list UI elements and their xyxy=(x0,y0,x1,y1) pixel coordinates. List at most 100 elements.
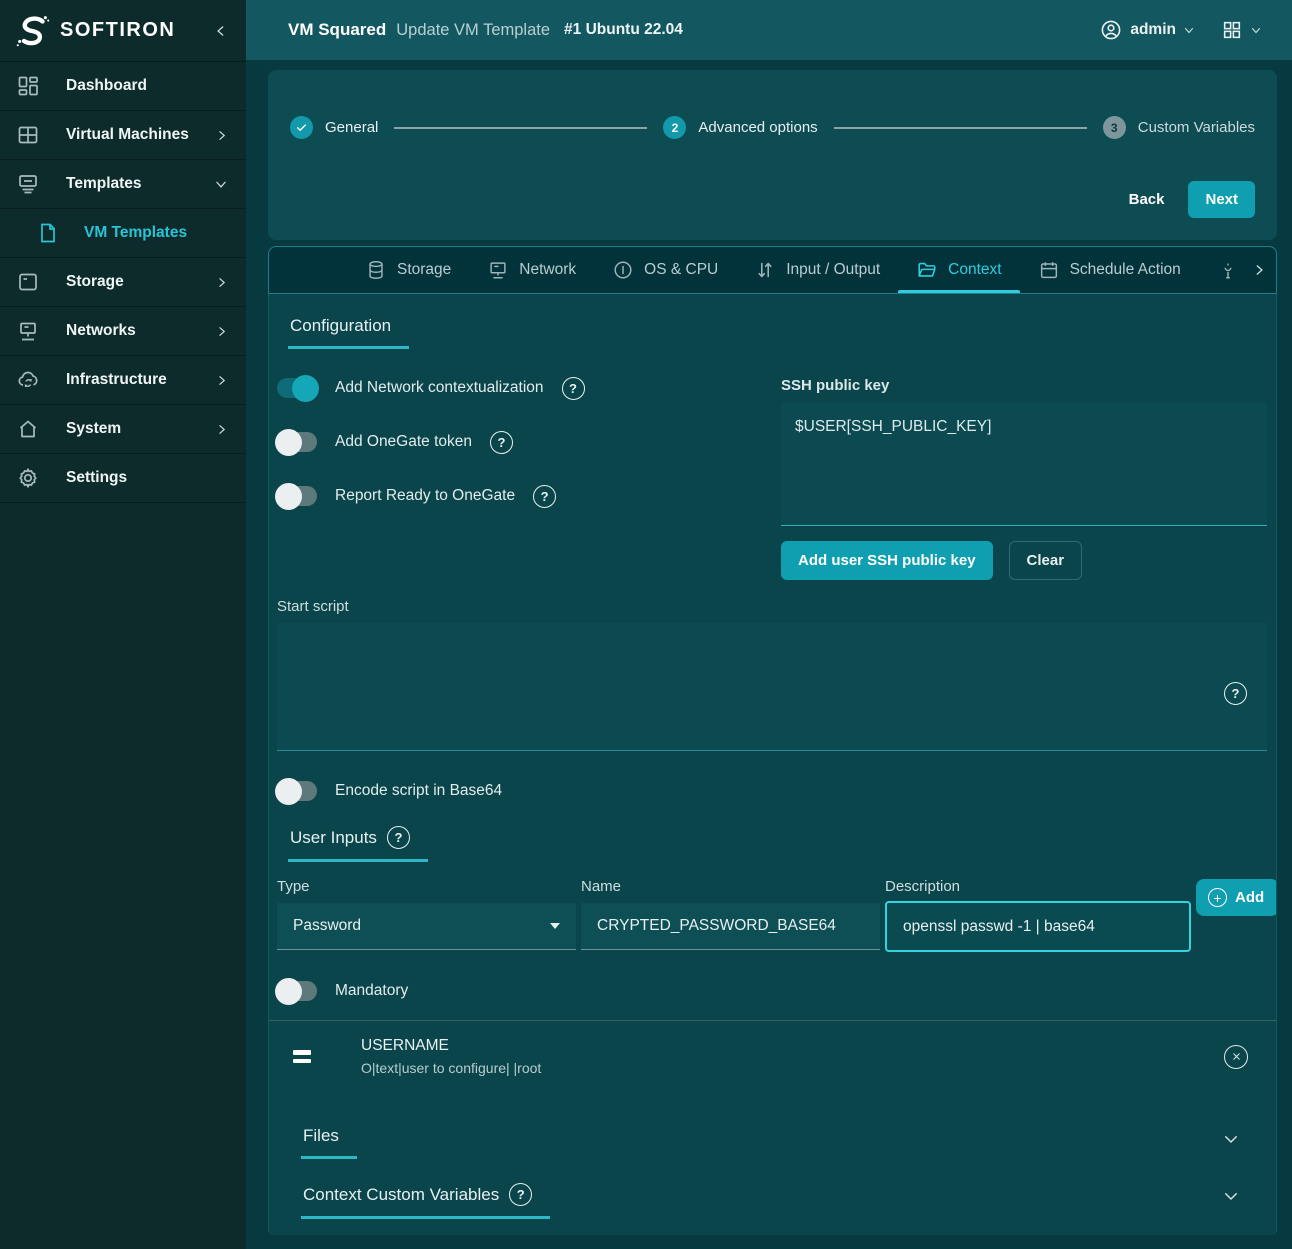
chevron-down-icon xyxy=(214,177,228,191)
sidebar-item-infrastructure[interactable]: Infrastructure xyxy=(0,356,246,405)
chevron-down-icon xyxy=(1183,24,1195,36)
chevron-right-icon xyxy=(215,325,228,338)
chevron-right-icon xyxy=(215,374,228,387)
start-script-textarea[interactable] xyxy=(277,623,1267,751)
user-name: admin xyxy=(1130,21,1176,39)
user-input-name: USERNAME xyxy=(361,1037,1224,1055)
chevron-right-icon xyxy=(215,423,228,436)
name-label: Name xyxy=(581,878,880,895)
drag-handle[interactable] xyxy=(293,1050,311,1063)
description-field: Description xyxy=(885,878,1191,952)
templates-icon xyxy=(16,172,40,196)
start-script-block: Start script ? xyxy=(277,598,1267,756)
help-icon[interactable]: ? xyxy=(387,826,410,849)
sidebar-item-settings[interactable]: Settings xyxy=(0,454,246,503)
type-label: Type xyxy=(277,878,576,895)
ssh-public-key-textarea[interactable]: $USER[SSH_PUBLIC_KEY] xyxy=(781,402,1267,526)
custom-variables-chevron-down-icon[interactable] xyxy=(1222,1187,1240,1205)
step-general[interactable]: General xyxy=(290,116,378,139)
file-icon xyxy=(36,221,60,245)
tab-schedule-action[interactable]: Schedule Action xyxy=(1020,247,1199,293)
context-tabbar: Storage Network OS & CPU xyxy=(268,246,1277,294)
virtual-machines-icon xyxy=(16,123,40,147)
calendar-icon xyxy=(1038,259,1060,281)
help-icon[interactable]: ? xyxy=(533,485,556,508)
wizard-steps: General 2 Advanced options 3 Custom Vari… xyxy=(290,116,1255,139)
chevron-right-icon xyxy=(215,129,228,142)
type-select[interactable]: Password xyxy=(277,903,576,950)
help-icon[interactable]: ? xyxy=(562,377,585,400)
sidebar-item-dashboard[interactable]: Dashboard xyxy=(0,62,246,111)
step-number-badge: 2 xyxy=(663,116,686,139)
step-advanced-options[interactable]: 2 Advanced options xyxy=(663,116,817,139)
step-custom-variables[interactable]: 3 Custom Variables xyxy=(1103,116,1255,139)
page-body: General 2 Advanced options 3 Custom Vari… xyxy=(246,60,1292,1249)
tab-storage[interactable]: Storage xyxy=(347,247,469,293)
description-input[interactable] xyxy=(885,901,1191,952)
sidebar-item-system[interactable]: System xyxy=(0,405,246,454)
ssh-public-key-block: SSH public key $USER[SSH_PUBLIC_KEY] Add… xyxy=(781,375,1267,580)
back-button[interactable]: Back xyxy=(1115,181,1179,218)
report-ready-toggle[interactable] xyxy=(277,486,317,506)
apps-grid-icon xyxy=(1221,19,1243,41)
gear-icon xyxy=(16,466,40,490)
sidebar-item-vm-templates[interactable]: VM Templates xyxy=(0,209,246,258)
tab-input-output[interactable]: Input / Output xyxy=(736,247,898,293)
context-tab-panel: Configuration Add Network contextualizat… xyxy=(268,294,1277,1235)
sidebar-item-templates[interactable]: Templates xyxy=(0,160,246,209)
dashboard-icon xyxy=(16,74,40,98)
user-input-row-username: USERNAME O|text|user to configure| |root xyxy=(269,1021,1276,1096)
networks-icon xyxy=(16,319,40,343)
sidebar-item-networks[interactable]: Networks xyxy=(0,307,246,356)
step-connector xyxy=(394,127,647,129)
user-icon xyxy=(1099,18,1123,42)
help-icon[interactable]: ? xyxy=(1224,682,1247,705)
remove-user-input-icon[interactable] xyxy=(1224,1045,1248,1069)
name-input[interactable] xyxy=(581,903,880,950)
tab-os-cpu[interactable]: OS & CPU xyxy=(594,247,736,293)
context-custom-variables-heading: Context Custom Variables ? xyxy=(301,1183,550,1219)
configuration-heading: Configuration xyxy=(288,316,409,349)
user-input-spec: O|text|user to configure| |root xyxy=(361,1060,1224,1076)
context-custom-variables-section: Context Custom Variables ? xyxy=(269,1183,1276,1219)
mandatory-toggle[interactable] xyxy=(277,981,317,1001)
user-inputs-heading: User Inputs ? xyxy=(288,826,428,862)
toggle-row-network-contextualization: Add Network contextualization ? xyxy=(277,375,781,401)
step-connector xyxy=(834,127,1087,129)
toggle-row-onegate-token: Add OneGate token ? xyxy=(277,429,781,455)
tab-overflow-partial[interactable] xyxy=(1199,247,1239,293)
next-button[interactable]: Next xyxy=(1188,181,1255,218)
system-icon xyxy=(16,417,40,441)
clear-ssh-key-button[interactable]: Clear xyxy=(1009,541,1083,580)
sidebar-collapse-icon[interactable] xyxy=(214,24,228,38)
toggle-row-report-ready: Report Ready to OneGate ? xyxy=(277,483,781,509)
storage-icon xyxy=(16,270,40,294)
encode-base64-toggle[interactable] xyxy=(277,781,317,801)
ssh-public-key-label: SSH public key xyxy=(781,377,1267,394)
monitor-icon xyxy=(487,259,509,281)
arrows-up-down-icon xyxy=(754,259,776,281)
wizard-actions: Back Next xyxy=(290,181,1255,218)
sidebar-item-virtual-machines[interactable]: Virtual Machines xyxy=(0,111,246,160)
toggle-row-encode-base64: Encode script in Base64 xyxy=(277,778,1267,804)
apps-menu[interactable] xyxy=(1221,19,1262,41)
onegate-token-toggle[interactable] xyxy=(277,432,317,452)
add-user-ssh-key-button[interactable]: Add user SSH public key xyxy=(781,541,993,580)
app-title: VM Squared xyxy=(288,20,386,40)
add-user-input-button[interactable]: + Add xyxy=(1196,879,1277,916)
user-input-form: Type Password Name Description + xyxy=(277,878,1267,952)
files-chevron-down-icon[interactable] xyxy=(1222,1130,1240,1148)
network-contextualization-toggle[interactable] xyxy=(277,378,317,398)
folder-icon xyxy=(916,259,938,281)
step-number-badge: 3 xyxy=(1103,116,1126,139)
help-icon[interactable]: ? xyxy=(490,431,513,454)
sidebar-item-storage[interactable]: Storage xyxy=(0,258,246,307)
logo-row: SOFTIRON xyxy=(0,0,246,62)
wizard-stepper-card: General 2 Advanced options 3 Custom Vari… xyxy=(268,70,1277,240)
tab-network[interactable]: Network xyxy=(469,247,594,293)
tab-scroll-right-icon[interactable] xyxy=(1246,247,1272,293)
help-icon[interactable]: ? xyxy=(509,1183,532,1206)
user-menu[interactable]: admin xyxy=(1099,18,1195,42)
tab-context[interactable]: Context xyxy=(898,247,1019,293)
softiron-logo-icon xyxy=(14,12,52,50)
